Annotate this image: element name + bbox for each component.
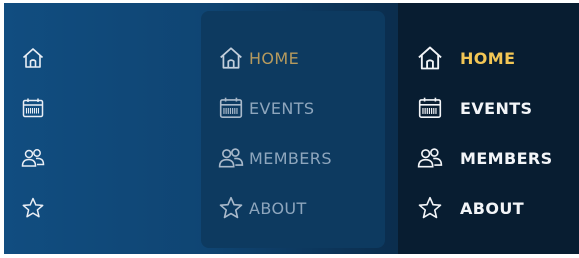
home-icon bbox=[416, 44, 444, 72]
calendar-icon bbox=[217, 94, 245, 122]
nav-item-label: EVENTS bbox=[249, 98, 315, 118]
nav-item-members[interactable]: MEMBERS bbox=[416, 142, 553, 174]
nav-item-about[interactable]: ABOUT bbox=[217, 192, 307, 224]
expanded-nav-translucent: HOME EVENTS MEMBERS ABOUT bbox=[201, 11, 385, 248]
expanded-nav-solid: HOME EVENTS MEMBERS ABOUT bbox=[398, 3, 579, 254]
home-icon bbox=[217, 44, 245, 72]
nav-item-label: EVENTS bbox=[460, 98, 533, 118]
nav-item-label: MEMBERS bbox=[249, 148, 332, 168]
nav-item-members[interactable]: MEMBERS bbox=[217, 142, 332, 174]
star-icon bbox=[416, 194, 444, 222]
nav-item-label: MEMBERS bbox=[460, 148, 553, 168]
collapsed-nav-item-home[interactable] bbox=[19, 42, 47, 74]
star-icon bbox=[217, 194, 245, 222]
nav-item-label: ABOUT bbox=[249, 198, 307, 218]
users-icon bbox=[416, 144, 444, 172]
calendar-icon bbox=[416, 94, 444, 122]
nav-item-home[interactable]: HOME bbox=[416, 42, 515, 74]
nav-item-label: ABOUT bbox=[460, 198, 525, 218]
nav-item-label: HOME bbox=[460, 48, 516, 68]
nav-item-home[interactable]: HOME bbox=[217, 42, 299, 74]
users-icon bbox=[217, 144, 245, 172]
users-icon bbox=[19, 144, 47, 172]
collapsed-nav-item-members[interactable] bbox=[19, 142, 47, 174]
home-icon bbox=[19, 44, 47, 72]
collapsed-nav bbox=[4, 3, 70, 254]
nav-item-about[interactable]: ABOUT bbox=[416, 192, 524, 224]
star-icon bbox=[19, 194, 47, 222]
nav-item-events[interactable]: EVENTS bbox=[416, 92, 532, 124]
nav-showcase: HOME EVENTS MEMBERS ABOUT HOME EVENTS ME… bbox=[4, 3, 579, 254]
nav-item-label: HOME bbox=[249, 48, 300, 68]
nav-item-events[interactable]: EVENTS bbox=[217, 92, 314, 124]
collapsed-nav-item-events[interactable] bbox=[19, 92, 47, 124]
collapsed-nav-item-about[interactable] bbox=[19, 192, 47, 224]
calendar-icon bbox=[19, 94, 47, 122]
